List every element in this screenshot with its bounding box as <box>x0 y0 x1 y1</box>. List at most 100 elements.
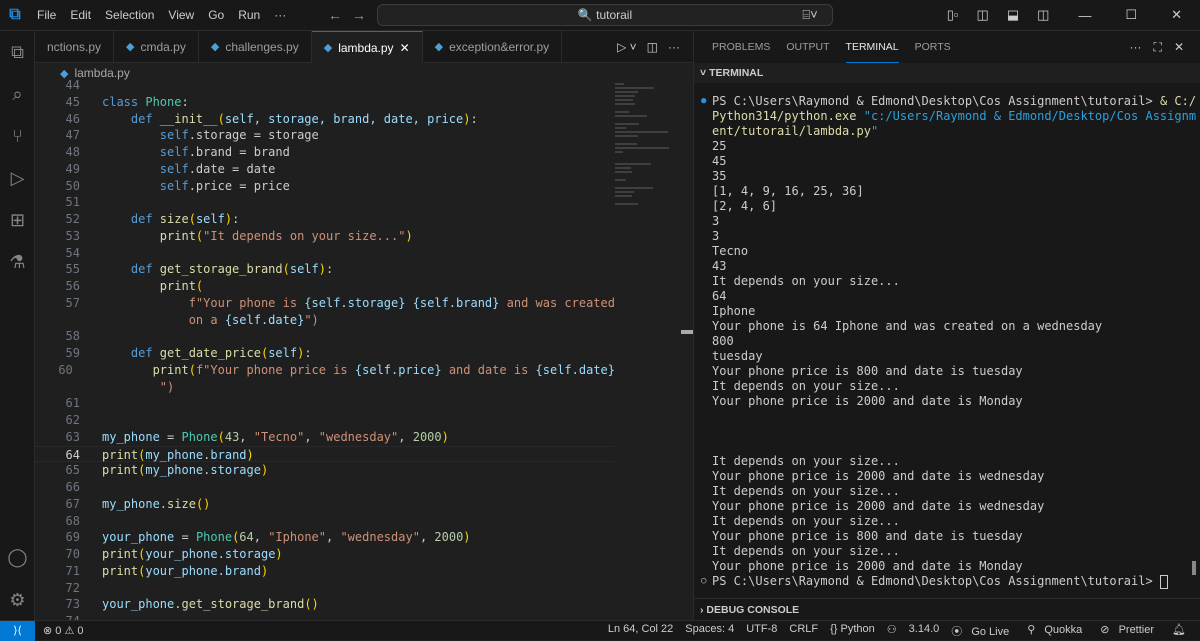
python-version[interactable]: 3.14.0 <box>909 623 940 639</box>
menu-item-0[interactable]: File <box>37 8 56 22</box>
code-line: 73 your_phone.get_storage_brand() <box>35 596 615 613</box>
source-control-icon[interactable]: ⑂ <box>0 115 35 157</box>
terminal-line: Your phone price is 800 and date is tues… <box>712 529 1023 543</box>
prettier-button[interactable]: ⊘ Prettier <box>1100 623 1160 639</box>
close-tab-icon[interactable]: ✕ <box>400 41 410 55</box>
code-line: 65 print(my_phone.storage) <box>35 462 615 479</box>
terminal-section-header[interactable]: ˅ TERMINAL <box>694 63 1200 83</box>
terminal-line: ent/tutorail/lambda.py" <box>712 124 1196 139</box>
code-line: 58 <box>35 328 615 345</box>
panel-tab-output[interactable]: OUTPUT <box>786 31 829 63</box>
settings-gear-icon[interactable]: ⚙ <box>0 579 35 621</box>
menu-item-3[interactable]: View <box>168 8 194 22</box>
testing-icon[interactable]: ⚗ <box>0 241 35 283</box>
language-mode[interactable]: {} Python <box>830 623 875 639</box>
minimap[interactable] <box>615 77 681 277</box>
panel-tab-problems[interactable]: PROBLEMS <box>712 31 770 63</box>
line-number: 63 <box>65 429 80 444</box>
problems-status[interactable]: ⊗ 0 ⚠ 0 <box>43 624 84 637</box>
menu-item-5[interactable]: Run <box>238 8 260 22</box>
code-token: your_phone <box>102 530 175 545</box>
search-icon[interactable]: ⌕ <box>0 73 35 115</box>
code-line: 47 self.storage = storage <box>35 127 615 144</box>
tab-challenges-py[interactable]: ◆ challenges.py <box>199 31 312 62</box>
code-token: print <box>94 362 189 377</box>
nav-arrows[interactable]: ←→ <box>328 7 376 23</box>
line-number <box>35 379 80 396</box>
more-actions-icon[interactable]: ··· <box>668 40 680 54</box>
command-center-search[interactable]: 🔍 tutorail <box>377 4 833 26</box>
line-number: 57 <box>65 295 80 310</box>
python-env-icon[interactable]: ⚇ <box>887 623 897 639</box>
run-debug-icon[interactable]: ▷ <box>0 157 35 199</box>
search-label: tutorail <box>596 8 633 22</box>
terminal-scrollbar[interactable] <box>1192 561 1196 575</box>
error-count: 0 <box>55 625 62 637</box>
maximize-panel-icon[interactable]: ⛶ <box>1154 40 1162 55</box>
code-token: f"Your phone price is <box>195 362 355 377</box>
panel-tab-ports[interactable]: PORTS <box>915 31 951 63</box>
code-line: 67 my_phone.size() <box>35 496 615 513</box>
code-token: 43 <box>224 429 240 444</box>
code-token: my_phone <box>102 496 160 511</box>
code-line: 68 <box>35 513 615 530</box>
close-window-button[interactable]: ✕ <box>1171 7 1182 23</box>
explorer-icon[interactable]: ⧉ <box>0 31 35 73</box>
code-token: ( <box>282 262 290 277</box>
tab-cmda-py[interactable]: ◆ cmda.py <box>114 31 199 62</box>
remote-icon[interactable]: ⟩⟨ <box>0 620 35 641</box>
menu-item-6[interactable]: ··· <box>274 8 286 22</box>
code-token: : <box>470 111 478 126</box>
line-number: 66 <box>65 480 80 494</box>
quokka-button[interactable]: ⚲ Quokka <box>1027 623 1088 639</box>
copilot-icon[interactable]: ⌸˅ <box>802 7 817 23</box>
close-panel-icon[interactable]: ✕ <box>1174 40 1184 55</box>
notifications-bell-icon[interactable]: 🔔︎ <box>1172 623 1186 639</box>
tab-nctions-py[interactable]: nctions.py <box>35 31 115 62</box>
more-actions-icon[interactable]: ··· <box>1130 40 1142 55</box>
indentation[interactable]: Spaces: 4 <box>685 623 734 639</box>
extensions-icon[interactable]: ⊞ <box>0 199 35 241</box>
split-editor-icon[interactable]: ◫ <box>647 40 658 54</box>
tab-exception-error-py[interactable]: ◆ exception&error.py <box>423 31 563 62</box>
menu-item-1[interactable]: Edit <box>70 8 91 22</box>
code-token: self <box>102 178 189 193</box>
code-line: 57 f"Your phone is {self.storage} {self.… <box>35 295 615 312</box>
line-text: your_phone.get_storage_brand() <box>80 596 319 613</box>
menu-item-2[interactable]: Selection <box>105 8 154 22</box>
tab-label: cmda.py <box>140 39 186 54</box>
menu-item-4[interactable]: Go <box>208 8 224 22</box>
line-text <box>80 77 102 94</box>
code-token: {self.price} <box>354 362 442 377</box>
debug-console-section[interactable]: › DEBUG CONSOLE <box>694 598 1200 620</box>
line-ending[interactable]: CRLF <box>789 623 818 639</box>
code-token: {self.storage} <box>304 295 406 310</box>
code-token: my_phone <box>102 429 160 444</box>
cursor-position[interactable]: Ln 64, Col 22 <box>608 623 673 639</box>
terminal-output[interactable]: ● PS C:\Users\Raymond & Edmond\Desktop\Co… <box>701 94 1196 589</box>
editor-scrollbar[interactable] <box>681 330 693 334</box>
tab-lambda-py[interactable]: ◆ lambda.py ✕ <box>311 31 423 63</box>
go-live-button[interactable]: ⦿ Go Live <box>951 623 1015 639</box>
code-token: self <box>102 128 189 143</box>
code-editor[interactable]: 44 45 class Phone: 46 def __init__(self, st… <box>35 77 615 620</box>
code-line: 44 <box>35 77 615 94</box>
encoding[interactable]: UTF-8 <box>746 623 777 639</box>
terminal-line: 64 <box>712 289 727 303</box>
line-text <box>80 613 102 620</box>
customize-layout-icon[interactable]: ▯▫ <box>947 7 959 23</box>
toggle-secondary-sidebar-icon[interactable]: ◫ <box>1037 7 1049 23</box>
account-icon[interactable]: ◯ <box>0 536 35 578</box>
line-text: self.brand = brand <box>80 144 290 161</box>
terminal-line: Your phone is 64 Iphone and was created … <box>712 319 1103 333</box>
line-text <box>80 513 102 530</box>
code-token: = <box>159 429 182 444</box>
line-text: print(f"Your phone price is {self.price}… <box>73 362 615 379</box>
toggle-sidebar-icon[interactable]: ◫ <box>977 7 989 23</box>
maximize-button[interactable]: ☐ <box>1125 7 1137 23</box>
panel-tab-terminal[interactable]: TERMINAL <box>845 31 899 63</box>
toggle-panel-icon[interactable]: ⬓ <box>1007 7 1019 23</box>
run-python-icon[interactable]: ▷ ˅ <box>617 40 637 54</box>
minimize-button[interactable]: — <box>1078 8 1091 23</box>
command-success-dot-icon: ● <box>701 96 707 106</box>
